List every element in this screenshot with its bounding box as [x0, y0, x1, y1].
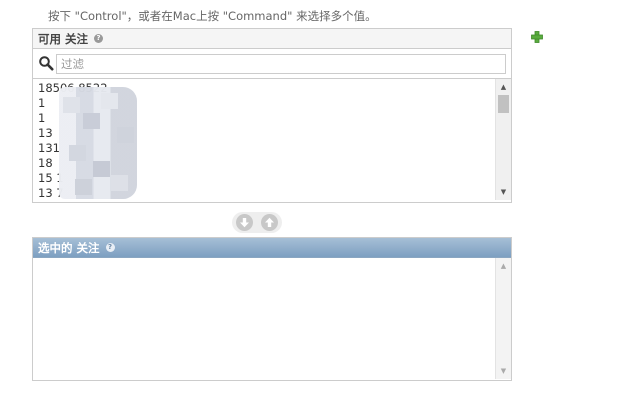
arrow-down-icon	[240, 218, 249, 228]
chosen-header: 选中的 关注 ?	[33, 238, 511, 258]
choose-button[interactable]	[236, 214, 253, 231]
selector-chooser	[232, 212, 282, 233]
chosen-scrollbar[interactable]: ▲ ▼	[495, 258, 511, 379]
available-list-area: 18506 8522 1 1 13 131 18 15 1 13 7 ▲ ▼	[33, 79, 511, 200]
plus-icon[interactable]	[531, 31, 543, 43]
privacy-blur-mask	[59, 87, 137, 199]
arrow-up-icon	[265, 217, 274, 227]
search-icon	[39, 56, 54, 71]
available-title: 可用 关注	[38, 32, 89, 46]
scroll-down-icon[interactable]: ▼	[496, 365, 511, 377]
filter-input[interactable]	[56, 54, 506, 74]
filter-row	[33, 49, 511, 79]
scroll-up-icon[interactable]: ▲	[496, 260, 511, 272]
available-scrollbar[interactable]: ▲ ▼	[495, 79, 511, 200]
scroll-thumb[interactable]	[498, 95, 509, 113]
scroll-down-icon[interactable]: ▼	[496, 186, 511, 198]
available-selector: 可用 关注 ? 18506 8522 1 1 13 131 18 15 1 13…	[32, 28, 512, 203]
remove-button[interactable]	[261, 214, 278, 231]
help-icon: ?	[105, 243, 115, 252]
chosen-selector: 选中的 关注 ? ▲ ▼	[32, 237, 512, 381]
available-header: 可用 关注 ?	[33, 29, 511, 49]
chosen-list[interactable]: ▲ ▼	[33, 258, 511, 379]
help-icon: ?	[94, 34, 104, 43]
help-text: 按下 "Control"，或者在Mac上按 "Command" 来选择多个值。	[48, 9, 377, 23]
chosen-title: 选中的 关注	[38, 241, 100, 255]
scroll-up-icon[interactable]: ▲	[496, 81, 511, 93]
